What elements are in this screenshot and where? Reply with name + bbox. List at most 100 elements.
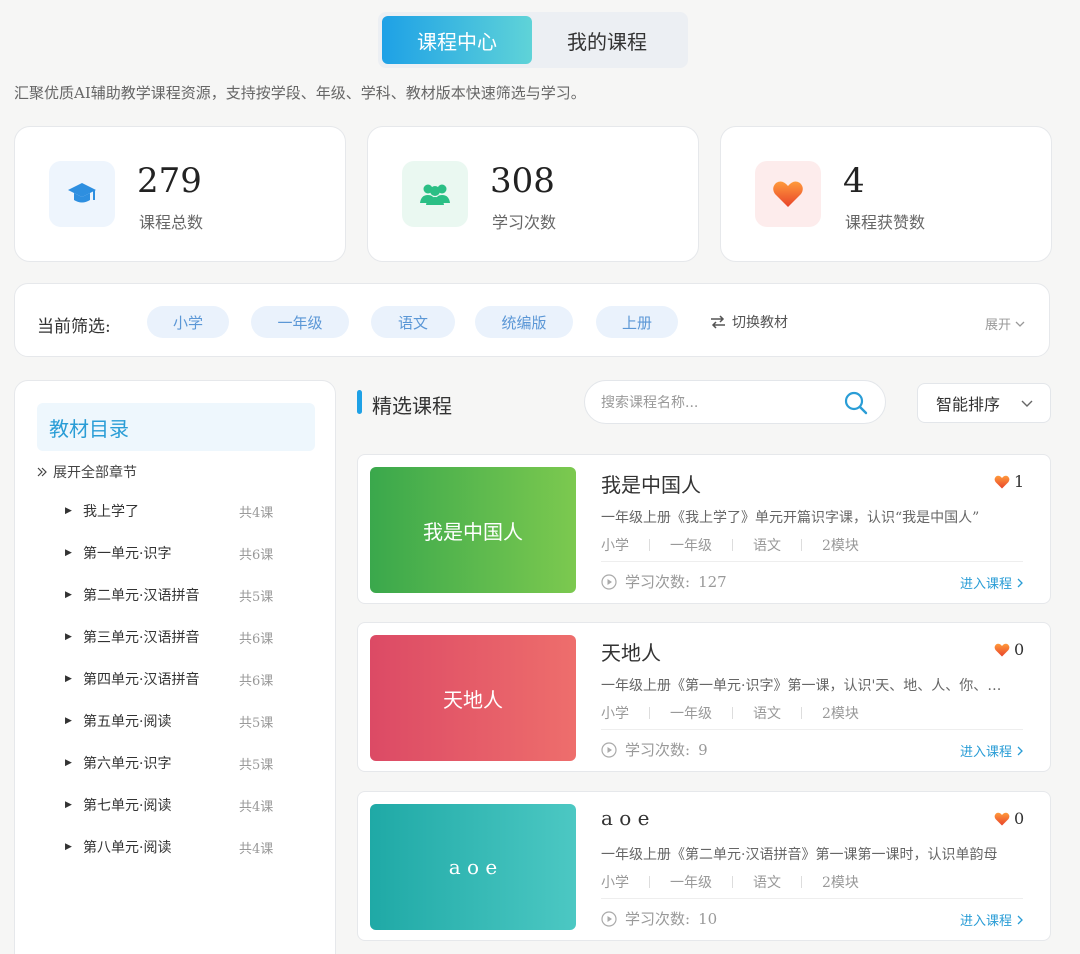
tag-subject: 语文 [753, 706, 781, 722]
study-count-label: 学习次数: [625, 573, 691, 591]
filter-bar: 当前筛选: 小学 一年级 语文 统编版 上册 切换教材 展开 [14, 283, 1050, 357]
like-count[interactable]: 1 [994, 472, 1024, 491]
course-thumbnail[interactable]: 天地人 [370, 635, 576, 761]
like-value: 0 [1014, 809, 1025, 828]
sort-dropdown[interactable]: 智能排序 [917, 383, 1051, 423]
chapter-item[interactable]: ▶ 第四单元·汉语拼音 共6课 [65, 667, 277, 691]
chapter-count: 共5课 [239, 757, 274, 773]
filter-chip-volume[interactable]: 上册 [596, 306, 678, 338]
chevron-down-icon [1021, 400, 1033, 407]
chapter-name: 第六单元·识字 [83, 756, 172, 772]
play-circle-icon [601, 910, 617, 927]
course-thumbnail[interactable]: 我是中国人 [370, 467, 576, 593]
chapter-count: 共4课 [239, 799, 274, 815]
course-thumbnail[interactable]: a o e [370, 804, 576, 930]
tab-bar: 课程中心 我的课程 [378, 12, 688, 68]
tab-my-courses[interactable]: 我的课程 [532, 16, 682, 64]
caret-right-icon: ▶ [65, 632, 72, 642]
study-count: 学习次数: 9 [601, 739, 708, 760]
tag-modules: 2模块 [822, 538, 859, 554]
tag-modules: 2模块 [822, 706, 859, 722]
chevron-down-icon [1015, 321, 1025, 327]
chevron-right-icon [1017, 915, 1023, 924]
like-value: 0 [1014, 640, 1025, 659]
section-accent-bar [357, 390, 362, 414]
switch-textbook-label: 切换教材 [732, 315, 788, 331]
tag-modules: 2模块 [822, 875, 859, 891]
like-count[interactable]: 0 [994, 809, 1024, 828]
tag-grade: 一年级 [670, 706, 712, 722]
chapter-name: 第二单元·汉语拼音 [83, 588, 200, 604]
like-count[interactable]: 0 [994, 640, 1024, 659]
chapter-item[interactable]: ▶ 第八单元·阅读 共4课 [65, 835, 277, 859]
enter-course-label: 进入课程 [960, 577, 1013, 592]
expand-filter-button[interactable]: 展开 [985, 314, 1025, 333]
course-center-page: 课程中心 我的课程 汇聚优质AI辅助教学课程资源，支持按学段、年级、学科、教材版… [0, 0, 1080, 954]
expand-all-chapters-button[interactable]: 展开全部章节 [37, 462, 137, 482]
chapter-item[interactable]: ▶ 第二单元·汉语拼音 共5课 [65, 583, 277, 607]
tag-subject: 语文 [753, 875, 781, 891]
caret-right-icon: ▶ [65, 716, 72, 726]
course-title[interactable]: 我是中国人 [601, 469, 701, 498]
stat-value: 279 [137, 161, 202, 201]
like-value: 1 [1014, 472, 1025, 491]
caret-right-icon: ▶ [65, 506, 72, 516]
filter-chip-stage[interactable]: 小学 [147, 306, 229, 338]
chevron-right-icon [1017, 746, 1023, 755]
stat-value: 4 [843, 161, 865, 201]
filter-chip-subject[interactable]: 语文 [371, 306, 455, 338]
search-icon[interactable] [843, 390, 869, 416]
play-circle-icon [601, 741, 617, 758]
course-tags: 小学 一年级 语文 2模块 [601, 703, 859, 723]
course-title[interactable]: 天地人 [601, 637, 661, 666]
chapter-count: 共4课 [239, 841, 274, 857]
tab-course-center[interactable]: 课程中心 [382, 16, 532, 64]
chapter-item[interactable]: ▶ 我上学了 共4课 [65, 499, 277, 523]
switch-textbook-button[interactable]: 切换教材 [710, 312, 788, 332]
thumbnail-text: a o e [448, 855, 498, 879]
course-card[interactable]: 我是中国人 我是中国人 1 一年级上册《我上学了》单元开篇识字课，认识“我是中国… [357, 454, 1051, 604]
chapter-count: 共6课 [239, 673, 274, 689]
course-card[interactable]: 天地人 天地人 0 一年级上册《第一单元·识字》第一课，认识'天、地、人、你、我… [357, 622, 1051, 772]
course-card[interactable]: a o e a o e 0 一年级上册《第二单元·汉语拼音》第一课第一课时，认识… [357, 791, 1051, 941]
chapter-count: 共6课 [239, 547, 274, 563]
sidebar-title: 教材目录 [37, 403, 315, 451]
chapter-item[interactable]: ▶ 第五单元·阅读 共5课 [65, 709, 277, 733]
stat-card-total-courses: 279 课程总数 [14, 126, 346, 262]
chapter-name: 第五单元·阅读 [83, 714, 172, 730]
enter-course-link[interactable]: 进入课程 [960, 573, 1024, 592]
stat-value: 308 [490, 161, 555, 201]
chapter-item[interactable]: ▶ 第一单元·识字 共6课 [65, 541, 277, 565]
chevron-right-icon [1017, 578, 1023, 587]
chapter-count: 共6课 [239, 631, 274, 647]
study-count: 学习次数: 10 [601, 908, 717, 929]
stat-label: 学习次数 [492, 213, 557, 232]
study-count-value: 127 [698, 572, 727, 591]
filter-chip-edition[interactable]: 统编版 [475, 306, 573, 338]
heart-icon [994, 812, 1010, 825]
search-input[interactable] [601, 392, 831, 414]
chapter-name: 第三单元·汉语拼音 [83, 630, 200, 646]
enter-course-link[interactable]: 进入课程 [960, 741, 1024, 760]
stat-card-likes: 4 课程获赞数 [720, 126, 1052, 262]
study-count: 学习次数: 127 [601, 571, 727, 592]
divider [601, 898, 1023, 899]
chapter-name: 第八单元·阅读 [83, 840, 172, 856]
course-tags: 小学 一年级 语文 2模块 [601, 872, 859, 892]
divider [601, 729, 1023, 730]
course-tags: 小学 一年级 语文 2模块 [601, 535, 859, 555]
course-title[interactable]: a o e [601, 806, 650, 830]
caret-right-icon: ▶ [65, 548, 72, 558]
caret-right-icon: ▶ [65, 758, 72, 768]
filter-chip-grade[interactable]: 一年级 [251, 306, 349, 338]
chapter-count: 共4课 [239, 505, 274, 521]
chapter-item[interactable]: ▶ 第七单元·阅读 共4课 [65, 793, 277, 817]
users-icon [402, 161, 468, 227]
chapter-item[interactable]: ▶ 第三单元·汉语拼音 共6课 [65, 625, 277, 649]
enter-course-link[interactable]: 进入课程 [960, 910, 1024, 929]
tag-stage: 小学 [601, 875, 629, 891]
heart-icon [755, 161, 821, 227]
double-chevron-right-icon [37, 467, 47, 477]
course-description: 一年级上册《我上学了》单元开篇识字课，认识“我是中国人” [601, 510, 980, 526]
chapter-item[interactable]: ▶ 第六单元·识字 共5课 [65, 751, 277, 775]
